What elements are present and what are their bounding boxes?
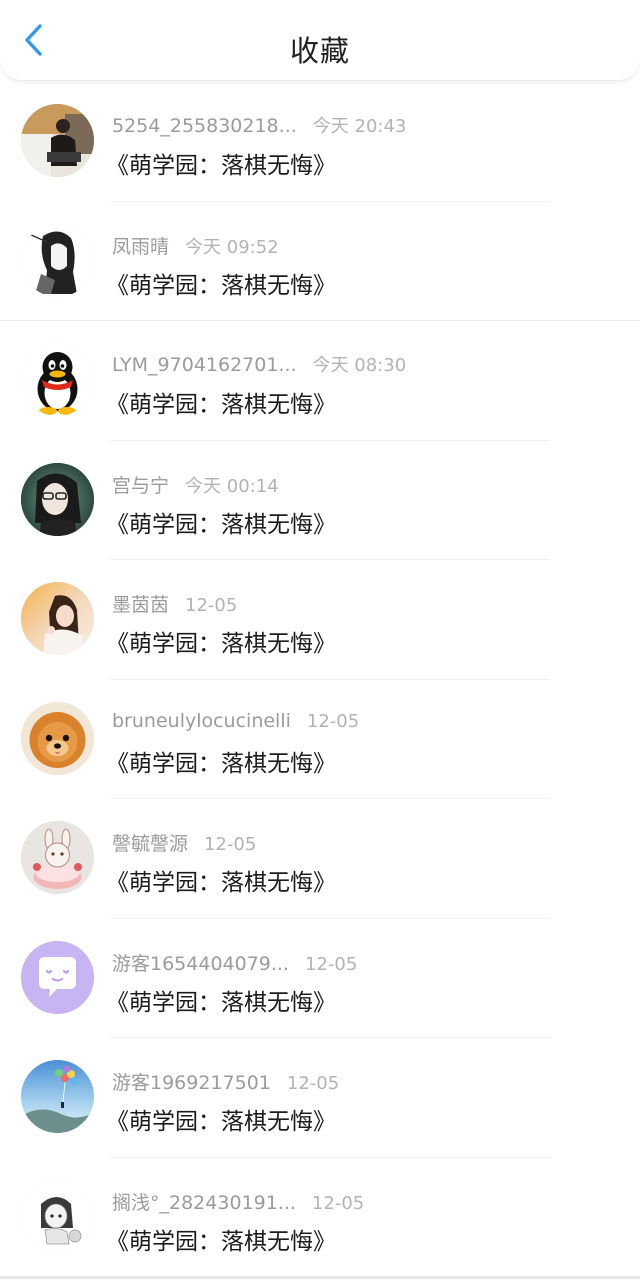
avatar[interactable] <box>21 462 94 536</box>
work-title: 《萌学园：落棋无悔》 <box>106 153 336 179</box>
username: LYM_9704162701... <box>112 354 297 376</box>
item-meta: 游客1654404079... 12-05 <box>112 949 358 975</box>
item-meta: LYM_9704162701... 今天 08:30 <box>112 351 407 376</box>
avatar[interactable] <box>21 104 94 177</box>
avatar[interactable] <box>21 940 94 1014</box>
work-title: 《萌学园：落棋无悔》 <box>106 870 336 896</box>
timestamp: 今天 00:14 <box>185 475 279 497</box>
username: 謦毓謦源 <box>112 833 189 855</box>
timestamp: 12-05 <box>306 710 360 732</box>
work-title: 《萌学园：落棋无悔》 <box>106 989 336 1016</box>
item-meta: 搁浅°_282430191... 12-05 <box>112 1188 365 1214</box>
avatar[interactable] <box>21 1179 94 1253</box>
item-meta: 凤雨晴 今天 09:52 <box>112 232 279 258</box>
work-title: 《萌学园：落棋无悔》 <box>106 392 336 418</box>
username: 宫与宁 <box>112 474 170 497</box>
list-item[interactable]: 墨茵茵 12-05 《萌学园：落棋无悔》 <box>0 560 640 680</box>
work-title: 《萌学园：落棋无悔》 <box>106 272 336 299</box>
avatar[interactable] <box>21 1060 94 1133</box>
work-title: 《萌学园：落棋无悔》 <box>106 1109 336 1135</box>
item-meta: 游客1969217501 12-05 <box>112 1068 340 1094</box>
avatar[interactable] <box>21 701 94 775</box>
list-item[interactable]: 凤雨晴 今天 09:52 《萌学园：落棋无悔》 <box>0 202 640 321</box>
list-item[interactable]: 游客1969217501 12-05 《萌学园：落棋无悔》 <box>0 1038 640 1158</box>
list-item[interactable]: 謦毓謦源 12-05 《萌学园：落棋无悔》 <box>0 799 640 919</box>
avatar[interactable] <box>21 223 94 297</box>
timestamp: 今天 08:30 <box>312 355 407 376</box>
list-item[interactable]: 宫与宁 今天 00:14 《萌学园：落棋无悔》 <box>0 441 640 560</box>
work-title: 《萌学园：落棋无悔》 <box>106 511 336 538</box>
work-title: 《萌学园：落棋无悔》 <box>106 1228 336 1255</box>
username: bruneulylocucinelli <box>112 709 291 732</box>
item-meta: 宫与宁 今天 00:14 <box>112 471 279 497</box>
username: 墨茵茵 <box>112 594 170 616</box>
list-item[interactable]: 5254_255830218... 今天 20:43 《萌学园：落棋无悔》 <box>0 82 640 202</box>
username: 游客1969217501 <box>112 1072 271 1094</box>
list-item[interactable]: LYM_9704162701... 今天 08:30 《萌学园：落棋无悔》 <box>0 321 640 441</box>
item-meta: 5254_255830218... 今天 20:43 <box>112 112 407 137</box>
username: 搁浅°_282430191... <box>112 1191 296 1214</box>
timestamp: 12-05 <box>204 834 257 855</box>
timestamp: 12-05 <box>305 953 358 975</box>
list-item[interactable]: 搁浅°_282430191... 12-05 《萌学园：落棋无悔》 <box>0 1158 640 1278</box>
username: 5254_255830218... <box>112 115 297 137</box>
timestamp: 12-05 <box>311 1192 365 1214</box>
item-meta: bruneulylocucinelli 12-05 <box>112 710 359 734</box>
avatar[interactable] <box>21 821 94 894</box>
item-meta: 墨茵茵 12-05 <box>112 590 238 616</box>
list-item[interactable]: bruneulylocucinelli 12-05 《萌学园：落棋无悔》 <box>0 680 640 799</box>
item-meta: 謦毓謦源 12-05 <box>112 829 257 855</box>
favorites-list: 5254_255830218... 今天 20:43 《萌学园：落棋无悔》 凤雨晴… <box>0 82 640 1277</box>
top-bar: 收藏 <box>0 0 640 81</box>
timestamp: 今天 09:52 <box>185 236 279 258</box>
timestamp: 今天 20:43 <box>312 116 407 137</box>
timestamp: 12-05 <box>286 1073 340 1094</box>
page-title: 收藏 <box>289 34 350 68</box>
work-title: 《萌学园：落棋无悔》 <box>106 750 336 777</box>
list-item[interactable]: 游客1654404079... 12-05 《萌学园：落棋无悔》 <box>0 919 640 1038</box>
username: 凤雨晴 <box>112 235 170 258</box>
timestamp: 12-05 <box>185 595 238 616</box>
username: 游客1654404079... <box>112 952 290 975</box>
avatar[interactable] <box>21 582 94 655</box>
work-title: 《萌学园：落棋无悔》 <box>106 631 336 657</box>
avatar[interactable] <box>21 343 94 416</box>
